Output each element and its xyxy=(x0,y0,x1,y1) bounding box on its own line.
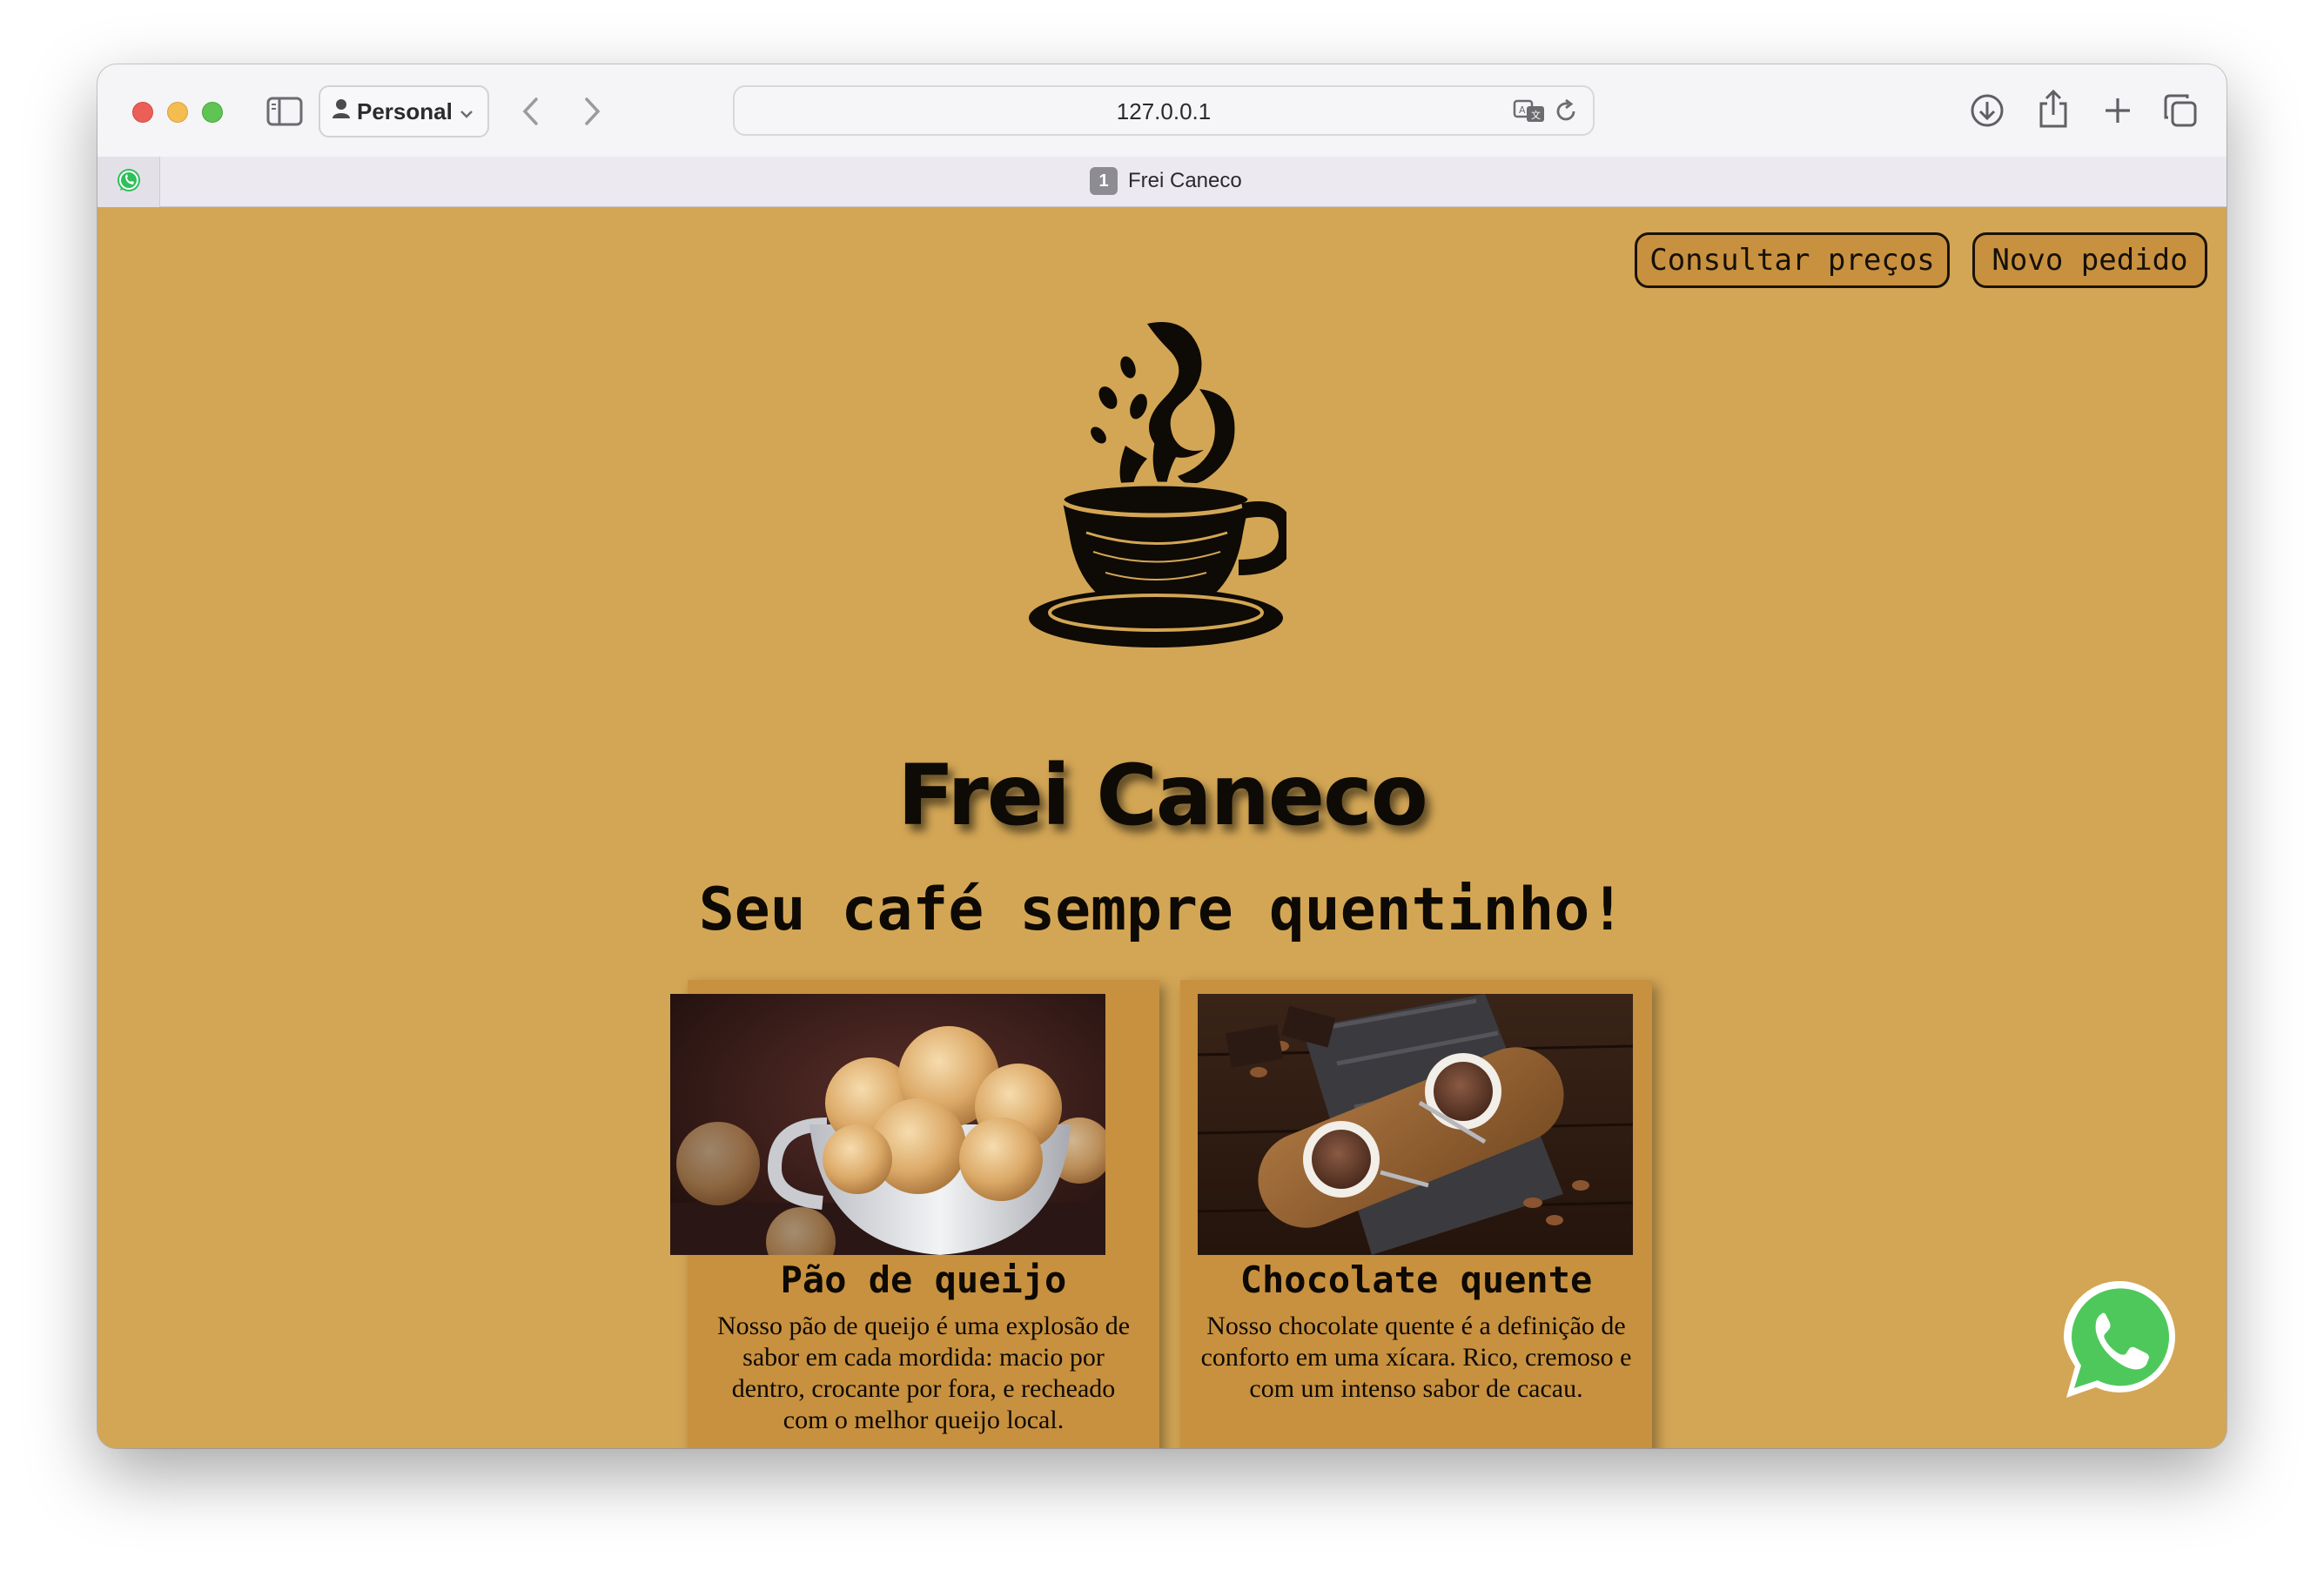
tagline: Seu café sempre quentinho! xyxy=(698,876,1626,944)
sidebar-icon[interactable] xyxy=(266,97,303,126)
new-order-button[interactable]: Novo pedido xyxy=(1972,232,2207,288)
browser-window: Personal 127.0.0.1 A文 1 Frei Caneco Cons… xyxy=(97,64,2227,1448)
svg-text:A: A xyxy=(1519,104,1526,116)
tab-overview-icon[interactable] xyxy=(2160,91,2200,131)
share-icon[interactable] xyxy=(2033,87,2073,131)
product-card-chocolate-quente: Chocolate quente Nosso chocolate quente … xyxy=(1180,980,1652,1448)
product-title: Pão de queijo xyxy=(780,1258,1067,1301)
back-icon[interactable] xyxy=(514,94,548,129)
new-tab-icon[interactable] xyxy=(2098,91,2138,131)
tab-title: Frei Caneco xyxy=(1128,169,1242,192)
address-bar[interactable]: 127.0.0.1 A文 xyxy=(733,85,1595,136)
pinned-tab-whatsapp[interactable] xyxy=(97,157,160,207)
person-icon xyxy=(332,98,350,125)
page-content: Consultar preços Novo pedido Frei Caneco… xyxy=(97,207,2227,1448)
whatsapp-icon xyxy=(2064,1280,2175,1398)
consult-prices-button[interactable]: Consultar preços xyxy=(1635,232,1950,288)
browser-toolbar: Personal 127.0.0.1 A文 xyxy=(97,64,2227,157)
profile-selector[interactable]: Personal xyxy=(319,85,489,138)
close-window-button[interactable] xyxy=(132,102,153,123)
tab-frei-caneco[interactable]: 1 Frei Caneco xyxy=(1090,167,1242,195)
whatsapp-floating-button[interactable] xyxy=(2059,1279,2183,1403)
pao-de-queijo-image xyxy=(670,994,1105,1255)
whatsapp-icon xyxy=(116,167,142,198)
product-description: Nosso pão de queijo é uma explosão de sa… xyxy=(716,1312,1131,1434)
chocolate-quente-image xyxy=(1198,994,1633,1255)
translate-icon[interactable]: A文 xyxy=(1513,98,1548,124)
minimize-window-button[interactable] xyxy=(167,102,188,123)
profile-label: Personal xyxy=(357,97,453,124)
tab-number-badge: 1 xyxy=(1090,167,1118,195)
reload-icon[interactable] xyxy=(1553,98,1579,124)
product-description: Nosso chocolate quente é a definição de … xyxy=(1200,1312,1632,1403)
address-text: 127.0.0.1 xyxy=(1116,98,1212,124)
svg-text:文: 文 xyxy=(1531,109,1541,121)
coffee-cup-logo xyxy=(1025,315,1295,654)
forward-icon[interactable] xyxy=(574,94,609,129)
product-title: Chocolate quente xyxy=(1239,1258,1593,1301)
tab-bar: 1 Frei Caneco xyxy=(97,157,2227,207)
chevron-down-icon xyxy=(460,98,474,125)
brand-title: Frei Caneco xyxy=(897,747,1428,844)
download-icon[interactable] xyxy=(1967,91,2007,131)
zoom-window-button[interactable] xyxy=(202,102,223,123)
product-card-pao-de-queijo: Pão de queijo Nosso pão de queijo é uma … xyxy=(670,980,1159,1448)
